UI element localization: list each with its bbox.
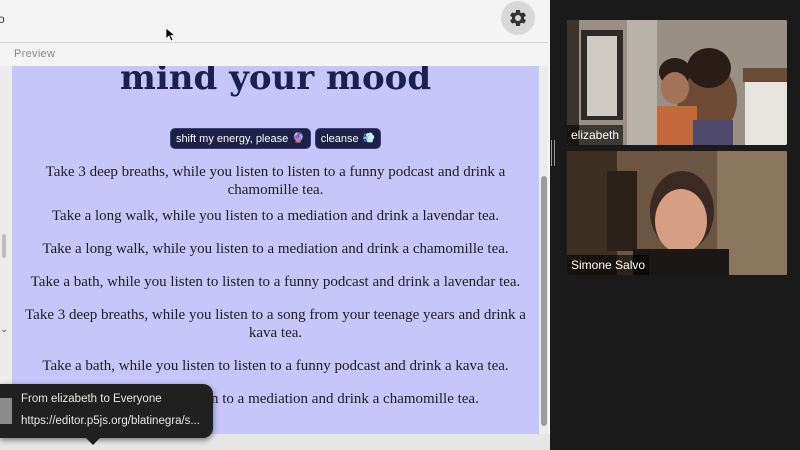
cleanse-button[interactable]: cleanse 💨 <box>314 128 382 149</box>
handle-line <box>551 140 552 166</box>
shift-energy-button[interactable]: shift my energy, please 🔮 <box>169 128 311 149</box>
page-title: mind your mood <box>119 66 432 98</box>
toolbar-divider <box>0 42 548 43</box>
suggestion-list: Take 3 deep breaths, while you listen to… <box>12 163 539 408</box>
suggestion-text: Take a bath, while you listen to listen … <box>42 358 509 374</box>
crystal-ball-icon: 🔮 <box>292 133 305 144</box>
mouse-cursor-icon <box>166 28 176 42</box>
chat-message-link[interactable]: https://editor.p5js.org/blatinegra/s... <box>21 415 200 427</box>
preview-scrollbar-thumb[interactable] <box>541 176 547 426</box>
chat-notification-pointer <box>86 438 100 445</box>
preview-canvas: mind your mood shift my energy, please 🔮… <box>12 66 539 434</box>
gutter-handle[interactable] <box>2 234 6 258</box>
handle-line <box>554 140 555 166</box>
chat-sender: From elizabeth to Everyone <box>21 393 162 405</box>
suggestion-text: Take a bath, while you listen to listen … <box>30 274 521 290</box>
suggestion-text: Take 3 deep breaths, while you listen to… <box>45 164 506 198</box>
participant-name: elizabeth <box>567 125 624 145</box>
p5-editor: o Preview ⌄ mind your mood shift my ener… <box>0 0 550 450</box>
suggestion-text: Take 3 deep breaths, while you listen to… <box>25 307 526 341</box>
wind-icon: 💨 <box>362 133 376 144</box>
chat-notification[interactable]: From elizabeth to Everyone https://edito… <box>0 384 213 438</box>
panel-resize-handle[interactable] <box>550 140 556 166</box>
button-row: shift my energy, please 🔮 cleanse 💨 <box>12 128 539 149</box>
fold-marker-icon: ⌄ <box>0 324 9 335</box>
settings-button[interactable] <box>501 1 535 35</box>
gear-icon <box>510 9 526 26</box>
participant-name: Simone Salvo <box>567 255 650 275</box>
cleanse-label: cleanse <box>320 132 359 145</box>
suggestion-text: Take a long walk, while you listen to a … <box>51 208 500 224</box>
editor-toolbar: o <box>0 0 550 42</box>
shift-energy-label: shift my energy, please <box>175 132 289 145</box>
video-tile-simone[interactable]: Simone Salvo <box>567 151 787 275</box>
video-tile-elizabeth[interactable]: elizabeth <box>567 20 787 145</box>
avatar <box>0 398 12 424</box>
toolbar-text-fragment: o <box>0 12 5 26</box>
suggestion-text: Take a long walk, while you listen to a … <box>42 241 509 257</box>
preview-label: Preview <box>14 48 56 60</box>
